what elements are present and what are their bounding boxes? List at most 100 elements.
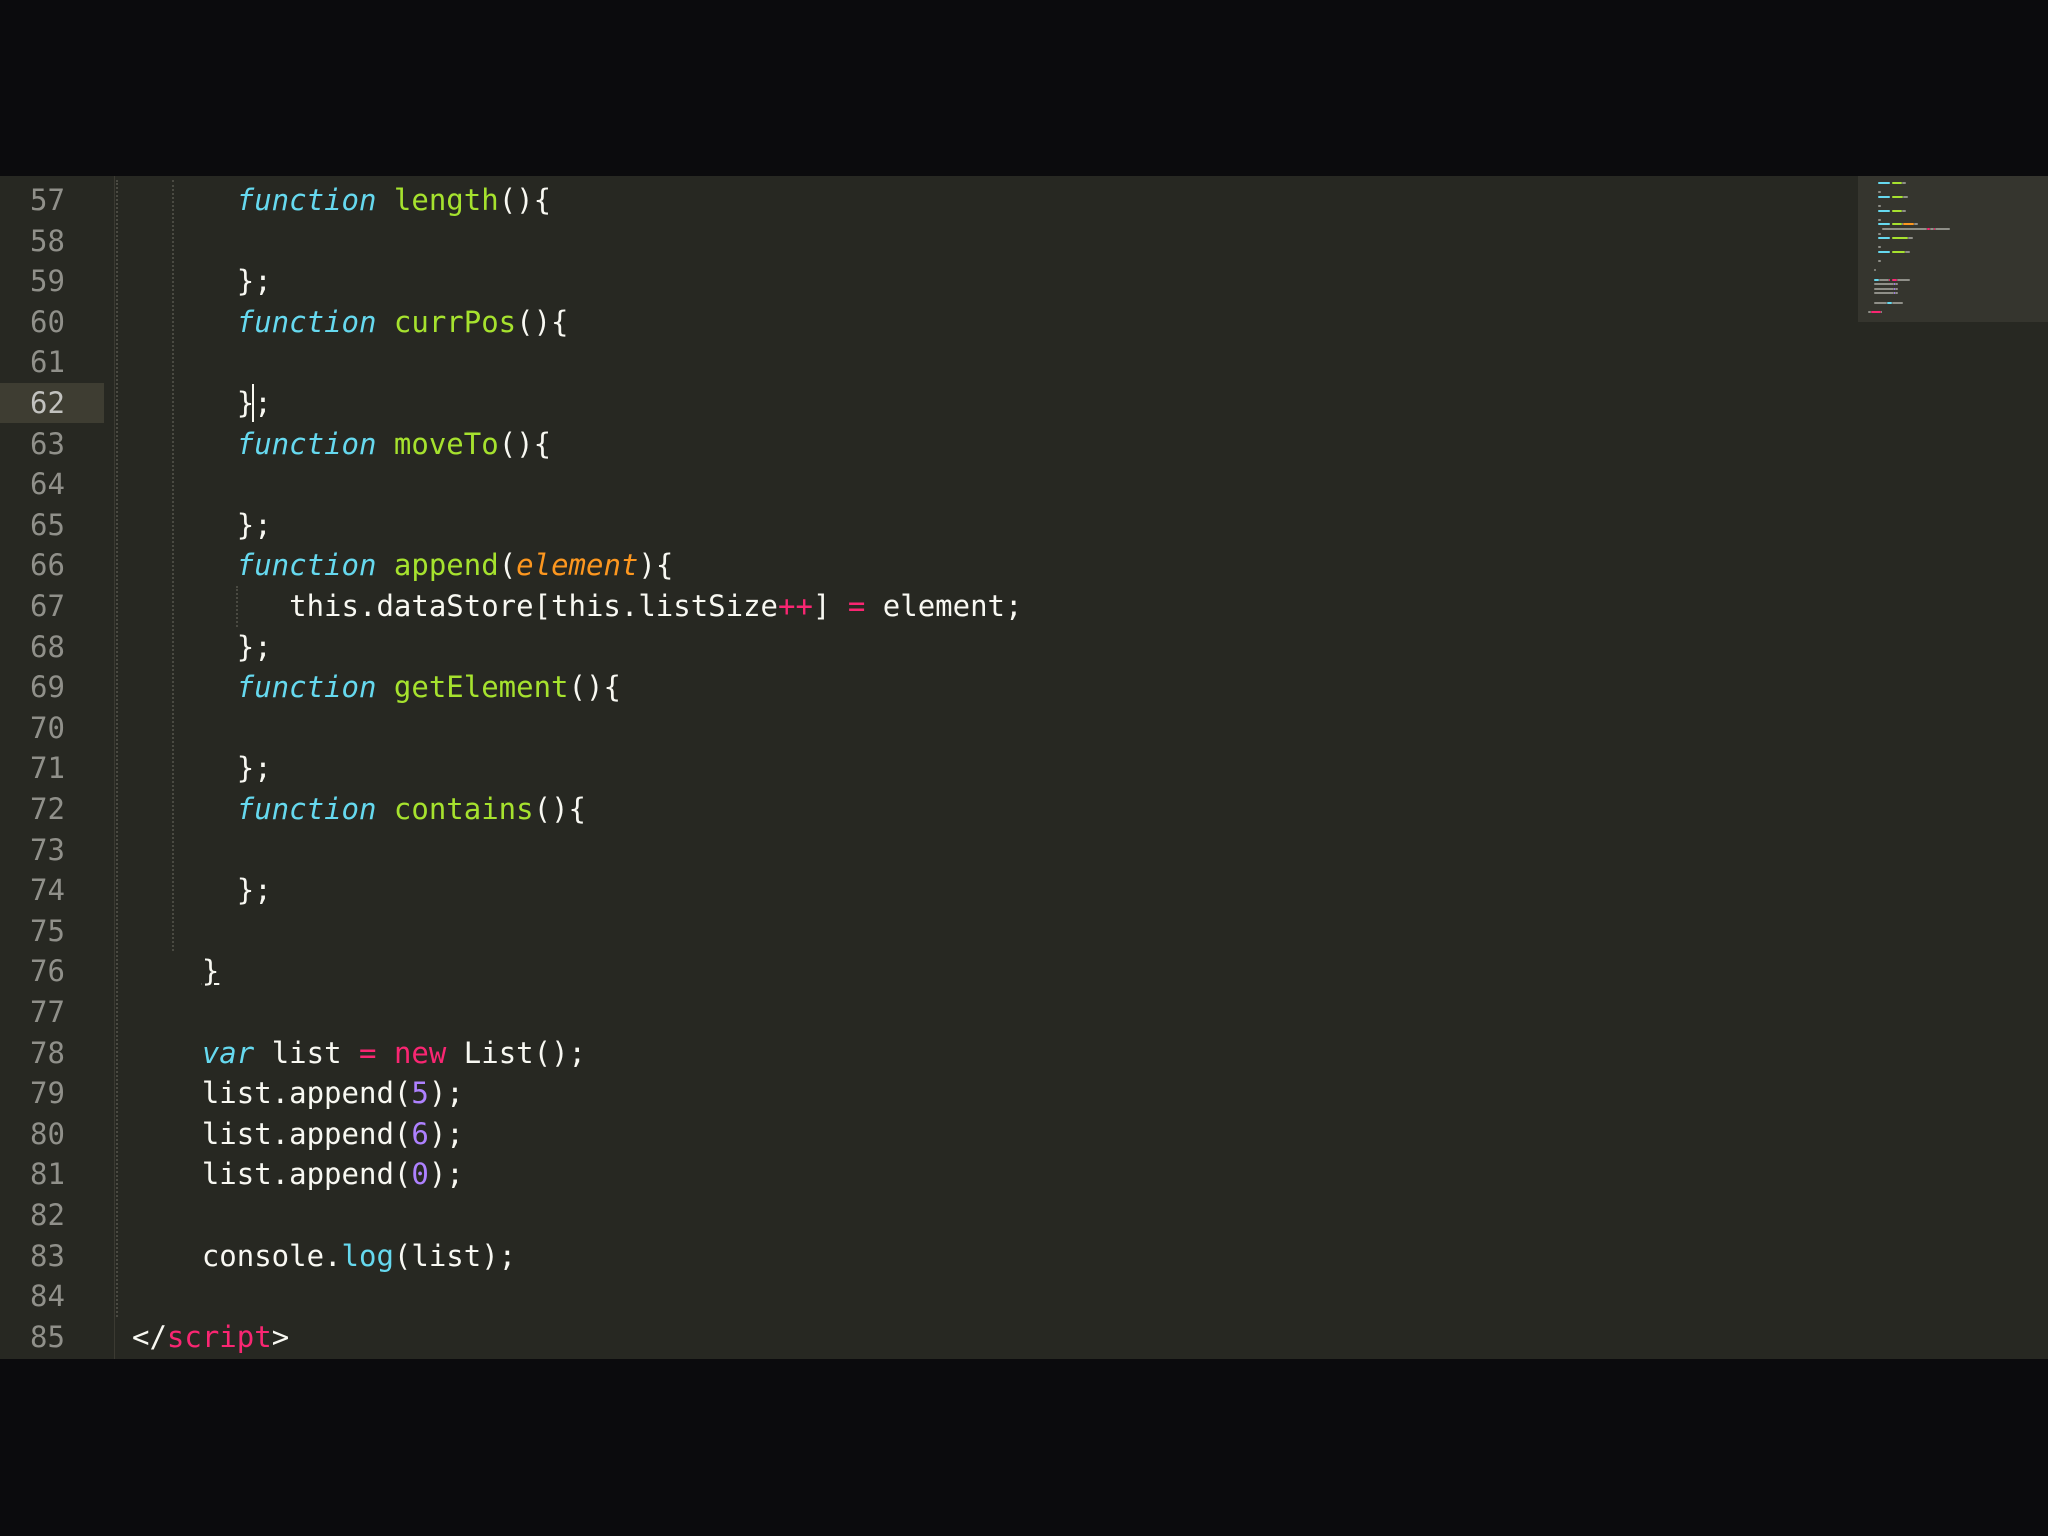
minimap-stroke bbox=[1877, 232, 1881, 235]
code-line[interactable]: function append(element){ bbox=[132, 545, 674, 585]
line-number[interactable]: 59 bbox=[0, 261, 104, 301]
minimap-stroke bbox=[1903, 223, 1915, 226]
line-number[interactable]: 74 bbox=[0, 870, 104, 910]
code-token: 5 bbox=[411, 1076, 429, 1111]
line-number[interactable]: 68 bbox=[0, 627, 104, 667]
code-token: function bbox=[236, 670, 377, 705]
code-token: function bbox=[236, 548, 377, 583]
line-number[interactable]: 82 bbox=[0, 1195, 104, 1235]
minimap-stroke bbox=[1892, 182, 1902, 184]
code-token: length bbox=[393, 183, 499, 217]
code-token: list.append( bbox=[201, 1157, 412, 1192]
code-area[interactable]: function length(){ }; function currPos()… bbox=[116, 176, 1832, 1359]
line-number[interactable]: 67 bbox=[0, 586, 104, 626]
code-line[interactable]: function moveTo(){ bbox=[132, 424, 551, 464]
minimap-stroke bbox=[1877, 182, 1891, 184]
text-cursor bbox=[251, 384, 254, 422]
line-number[interactable]: 77 bbox=[0, 992, 104, 1032]
code-token: script bbox=[166, 1319, 272, 1354]
code-token: ); bbox=[428, 1157, 464, 1192]
code-line[interactable]: </script> bbox=[132, 1317, 289, 1357]
code-token: } bbox=[201, 954, 220, 989]
line-number[interactable]: 71 bbox=[0, 748, 104, 788]
line-number[interactable]: 64 bbox=[0, 464, 104, 504]
minimap-stroke bbox=[1874, 292, 1894, 295]
minimap-stroke bbox=[1895, 287, 1899, 290]
line-number[interactable]: 57 bbox=[0, 180, 104, 220]
code-line[interactable]: var list = new List(); bbox=[132, 1033, 586, 1073]
line-number-gutter[interactable]: 57 58 59 60 61 62 63 64 65 66 67 68 69 70 71 72 73 74 75 76… bbox=[0, 176, 104, 1359]
code-token: </ bbox=[132, 1319, 167, 1354]
minimap-stroke bbox=[1877, 260, 1881, 263]
code-line[interactable]: function getElement(){ bbox=[132, 667, 621, 707]
code-token: console. bbox=[201, 1238, 342, 1273]
code-token: list bbox=[254, 1035, 359, 1070]
line-number[interactable]: 78 bbox=[0, 1033, 104, 1073]
minimap-stroke bbox=[1892, 251, 1905, 253]
line-number[interactable]: 75 bbox=[0, 911, 104, 951]
line-number[interactable]: 80 bbox=[0, 1114, 104, 1154]
minimap-stroke bbox=[1877, 209, 1891, 212]
line-number[interactable]: 62 bbox=[0, 383, 104, 423]
indent-guide bbox=[236, 586, 238, 627]
code-line[interactable]: }; bbox=[132, 748, 272, 788]
minimap[interactable] bbox=[1858, 176, 2048, 322]
minimap-stroke bbox=[1871, 310, 1881, 313]
code-line[interactable]: } bbox=[132, 951, 219, 991]
minimap-stroke bbox=[1896, 278, 1910, 281]
code-token: ){ bbox=[638, 548, 674, 583]
code-token: ); bbox=[428, 1116, 464, 1151]
code-line[interactable]: list.append(0); bbox=[132, 1154, 464, 1194]
minimap-stroke bbox=[1879, 278, 1889, 281]
code-token: }; bbox=[236, 507, 272, 542]
line-number[interactable]: 85 bbox=[0, 1317, 104, 1357]
code-token: ++ bbox=[778, 589, 813, 623]
code-token: 6 bbox=[411, 1116, 429, 1151]
code-token: list.append( bbox=[201, 1076, 412, 1111]
code-line[interactable]: }; bbox=[132, 627, 272, 667]
code-token: = bbox=[847, 589, 866, 623]
line-number[interactable]: 66 bbox=[0, 545, 104, 585]
indent-guide bbox=[172, 180, 174, 952]
line-number[interactable]: 58 bbox=[0, 221, 104, 261]
code-token: (list); bbox=[393, 1238, 517, 1273]
line-number[interactable]: 84 bbox=[0, 1276, 104, 1316]
code-editor[interactable]: 57 58 59 60 61 62 63 64 65 66 67 68 69 70 71 72 73 74 75 76… bbox=[0, 176, 2048, 1359]
code-line[interactable]: console.log(list); bbox=[132, 1236, 516, 1276]
code-line[interactable]: function currPos(){ bbox=[132, 302, 569, 342]
line-number[interactable]: 81 bbox=[0, 1154, 104, 1194]
line-number[interactable]: 73 bbox=[0, 830, 104, 870]
line-number[interactable]: 69 bbox=[0, 667, 104, 707]
code-line[interactable]: this.dataStore[this.listSize++] = elemen… bbox=[132, 586, 1022, 626]
code-line[interactable]: }; bbox=[132, 505, 272, 545]
line-number[interactable]: 76 bbox=[0, 951, 104, 991]
code-token: log bbox=[341, 1238, 394, 1273]
line-number[interactable]: 60 bbox=[0, 302, 104, 342]
code-line[interactable]: }; bbox=[132, 870, 272, 910]
minimap-stroke bbox=[1874, 269, 1876, 272]
minimap-stroke bbox=[1908, 237, 1913, 240]
line-number[interactable]: 79 bbox=[0, 1073, 104, 1113]
line-number[interactable]: 70 bbox=[0, 708, 104, 748]
code-line[interactable]: function contains(){ bbox=[132, 789, 586, 829]
code-line[interactable]: list.append(6); bbox=[132, 1114, 464, 1154]
line-number[interactable]: 63 bbox=[0, 424, 104, 464]
code-line[interactable]: }; bbox=[132, 261, 272, 301]
code-line[interactable]: function length(){ bbox=[132, 180, 551, 220]
line-number[interactable]: 61 bbox=[0, 342, 104, 382]
code-token: }; bbox=[236, 873, 272, 908]
minimap-stroke bbox=[1904, 251, 1910, 253]
minimap-stroke bbox=[1892, 301, 1904, 304]
line-number[interactable]: 72 bbox=[0, 789, 104, 829]
code-line[interactable]: list.append(5); bbox=[132, 1073, 464, 1113]
line-number[interactable]: 83 bbox=[0, 1236, 104, 1276]
code-token: 0 bbox=[411, 1157, 429, 1192]
line-number[interactable]: 65 bbox=[0, 505, 104, 545]
